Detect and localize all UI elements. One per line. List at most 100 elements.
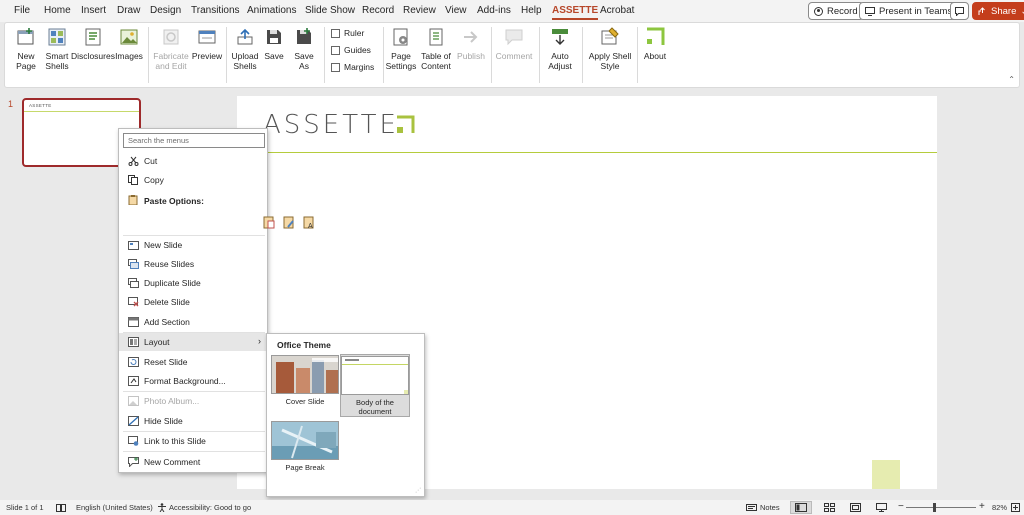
menu-item-cut[interactable]: Cut	[119, 152, 267, 170]
images-button[interactable]: Images	[115, 27, 143, 61]
record-icon	[814, 6, 823, 16]
menu-item-delete-slide[interactable]: Delete Slide	[119, 293, 267, 311]
ribbon-separator	[324, 27, 325, 83]
tab-home[interactable]: Home	[44, 5, 71, 16]
ruler-label: Ruler	[344, 28, 365, 38]
present-in-teams-button[interactable]: Present in Teams	[859, 2, 959, 20]
tab-insert[interactable]: Insert	[81, 5, 106, 16]
tab-view[interactable]: View	[445, 5, 467, 16]
apply-shell-style-button[interactable]: Apply Shell Style	[586, 27, 634, 71]
layout-option-body-of-document[interactable]: Body of the document	[340, 354, 410, 417]
collapse-ribbon-icon[interactable]: ⌃	[1008, 75, 1015, 84]
upload-shells-button[interactable]: Upload Shells	[229, 27, 261, 71]
paste-picture-icon[interactable]	[283, 215, 295, 229]
share-label: Share	[991, 5, 1017, 17]
zoom-in-button[interactable]: +	[979, 501, 985, 512]
paste-keep-source-icon[interactable]	[263, 215, 275, 229]
smart-shells-label: Smart Shells	[45, 51, 69, 71]
tab-help[interactable]: Help	[521, 5, 542, 16]
images-label: Images	[115, 51, 143, 61]
notes-icon	[746, 504, 757, 511]
save-button[interactable]: Save	[263, 27, 285, 61]
upload-icon	[235, 27, 255, 47]
reading-view-icon[interactable]	[850, 503, 861, 512]
record-button[interactable]: Record	[808, 2, 864, 20]
menu-item-new-slide[interactable]: New Slide	[119, 236, 267, 254]
tab-animations[interactable]: Animations	[247, 5, 296, 16]
menu-separator	[123, 451, 265, 452]
preview-button[interactable]: Preview	[191, 27, 223, 61]
menu-item-photo-album: Photo Album...	[119, 392, 267, 410]
slide-sorter-icon[interactable]	[824, 503, 835, 512]
accessibility-status[interactable]: Accessibility: Good to go	[169, 503, 251, 512]
language-indicator[interactable]: English (United States)	[76, 503, 153, 512]
notes-button[interactable]: Notes	[760, 503, 780, 512]
zoom-level[interactable]: 82%	[992, 503, 1007, 512]
auto-adjust-button[interactable]: Auto Adjust	[542, 27, 578, 71]
menu-item-format-background[interactable]: Format Background...	[119, 372, 267, 390]
guides-checkbox[interactable]: Guides	[331, 45, 371, 55]
menu-item-layout[interactable]: Layout ›	[119, 333, 267, 351]
zoom-out-button[interactable]: −	[898, 501, 904, 512]
slide-show-icon[interactable]	[876, 503, 887, 512]
table-of-content-button[interactable]: Table of Content	[418, 27, 454, 71]
layout-option-page-break[interactable]: Page Break	[270, 421, 340, 472]
smart-shells-button[interactable]: Smart Shells	[43, 27, 71, 71]
margins-checkbox[interactable]: Margins	[331, 62, 374, 72]
publish-button[interactable]: Publish	[456, 27, 486, 61]
tab-acrobat[interactable]: Acrobat	[600, 5, 634, 16]
menu-item-hide-slide[interactable]: Hide Slide	[119, 412, 267, 430]
search-menus-input[interactable]: Search the menus	[123, 133, 265, 148]
format-background-icon	[128, 376, 139, 386]
normal-view-button[interactable]	[790, 501, 812, 514]
publish-label: Publish	[457, 51, 485, 61]
tab-transitions[interactable]: Transitions	[191, 5, 240, 16]
accessibility-icon[interactable]	[157, 503, 167, 512]
share-button[interactable]: Share ⌄	[972, 2, 1024, 20]
teams-icon	[865, 6, 875, 16]
tab-draw[interactable]: Draw	[117, 5, 140, 16]
layout-option-cover-slide[interactable]: Cover Slide	[270, 355, 340, 406]
layout-submenu: Office Theme Cover Slide Body of the doc…	[266, 333, 425, 497]
menu-item-new-comment[interactable]: New Comment	[119, 453, 267, 471]
resize-grip-icon[interactable]: ⋰	[415, 487, 421, 494]
paste-text-only-icon[interactable]: A	[303, 215, 315, 229]
comments-button[interactable]	[950, 2, 969, 20]
menu-item-copy[interactable]: Copy	[119, 171, 267, 189]
checkbox-box	[331, 62, 340, 72]
disclosures-button[interactable]: Disclosures	[71, 27, 115, 61]
menu-label: New Slide	[144, 240, 183, 250]
ruler-checkbox[interactable]: Ruler	[331, 28, 364, 38]
menu-item-add-section[interactable]: Add Section	[119, 313, 267, 331]
zoom-slider-track[interactable]	[906, 507, 976, 508]
comment-button[interactable]: Comment	[495, 27, 533, 61]
menu-label: Copy	[144, 175, 164, 185]
tab-slide-show[interactable]: Slide Show	[305, 5, 355, 16]
zoom-slider-thumb[interactable]	[933, 503, 936, 512]
fit-to-window-icon[interactable]	[1011, 503, 1020, 512]
menu-item-duplicate-slide[interactable]: Duplicate Slide	[119, 274, 267, 292]
tab-add-ins[interactable]: Add-ins	[477, 5, 511, 16]
tab-review[interactable]: Review	[403, 5, 436, 16]
new-comment-icon	[128, 457, 139, 467]
tab-file[interactable]: File	[14, 5, 30, 16]
margins-label: Margins	[344, 62, 375, 72]
fabricate-and-edit-button[interactable]: Fabricate and Edit	[151, 27, 191, 71]
new-page-button[interactable]: New Page	[11, 27, 41, 71]
new-page-label: New Page	[16, 51, 36, 71]
page-settings-button[interactable]: Page Settings	[385, 27, 417, 71]
checkbox-box	[331, 45, 340, 55]
spelling-icon[interactable]	[56, 503, 66, 512]
tab-assette[interactable]: ASSETTE	[552, 5, 599, 20]
disclosures-icon	[83, 27, 103, 47]
comment-label: Comment	[495, 51, 533, 61]
save-as-button[interactable]: Save As	[292, 27, 316, 71]
menu-item-reset-slide[interactable]: Reset Slide	[119, 353, 267, 371]
menu-item-link-to-slide[interactable]: Link to this Slide	[119, 432, 267, 450]
tab-design[interactable]: Design	[150, 5, 181, 16]
tab-record[interactable]: Record	[362, 5, 394, 16]
ribbon-separator	[383, 27, 384, 83]
thumbnail-logo: ASSETTE	[29, 103, 52, 108]
menu-item-reuse-slides[interactable]: Reuse Slides	[119, 255, 267, 273]
about-button[interactable]: About	[640, 27, 670, 61]
